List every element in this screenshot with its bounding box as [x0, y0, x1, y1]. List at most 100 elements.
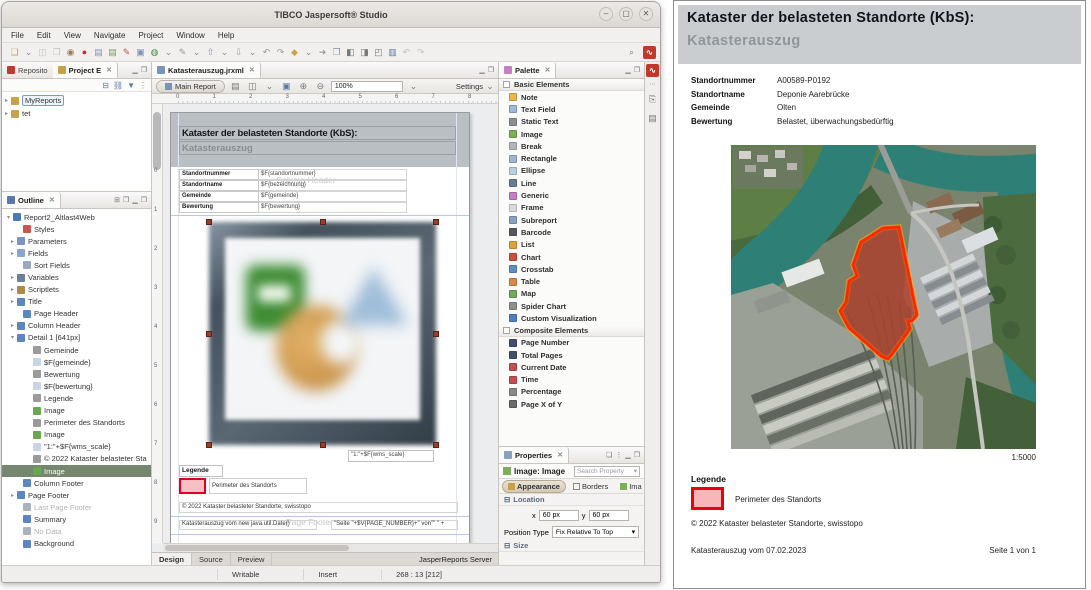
settings-button[interactable]: Settings ⌄	[456, 79, 494, 94]
collapse-all-icon[interactable]: ⊟	[102, 81, 109, 90]
y-input[interactable]: 60 px	[589, 510, 629, 521]
tab-repository-explorer[interactable]: Reposito	[2, 62, 53, 78]
outline-tree-item[interactable]: Page Header	[2, 308, 151, 320]
toolbar-icon[interactable]: ◫	[36, 45, 49, 60]
design-image-element[interactable]	[209, 222, 436, 445]
collapse-icon[interactable]: ⊟	[504, 495, 510, 504]
toolbar-icon[interactable]: ❐	[330, 45, 343, 60]
palette-item[interactable]: Chart	[499, 251, 644, 263]
report-page[interactable]: Kataster der belasteten Standorte (KbS):…	[170, 112, 470, 545]
menu-item[interactable]: View	[64, 31, 81, 40]
jasperreports-perspective-icon[interactable]: ∿	[643, 46, 656, 59]
project-tree-item[interactable]: ▸ MyReports	[2, 94, 151, 107]
editor-mode-tab[interactable]: Source	[192, 553, 231, 565]
toolbar-icon[interactable]: ↶	[400, 45, 413, 60]
horizontal-scrollbar[interactable]	[163, 543, 498, 552]
toolbar-icon[interactable]: ◉	[64, 45, 77, 60]
project-tree-item[interactable]: ▸ tet	[2, 107, 151, 120]
scrollbar-thumb[interactable]	[165, 545, 349, 551]
minimize-panel-icon[interactable]: ▁	[132, 66, 137, 74]
toolbar-icon[interactable]: ⇧	[204, 45, 217, 60]
menu-item[interactable]: Window	[176, 31, 204, 40]
resize-handle[interactable]	[433, 219, 439, 225]
filter-icon[interactable]: ▼	[127, 81, 135, 90]
toolbar-icon[interactable]: ↷	[274, 45, 287, 60]
outline-tree-item[interactable]: Image	[2, 405, 151, 417]
design-field-row[interactable]: Bewertung $F{bewertung}	[179, 202, 407, 213]
outline-view-icon[interactable]: ▤	[646, 111, 659, 126]
maximize-panel-icon[interactable]: ❐	[488, 66, 494, 74]
palette-item[interactable]: Percentage	[499, 386, 644, 398]
minimize-panel-icon[interactable]: ▁	[479, 66, 484, 74]
design-legend-item[interactable]: Perimeter des Standorts	[209, 478, 307, 494]
view-menu-icon[interactable]: ⋮	[139, 81, 147, 90]
toolbar-icon[interactable]: ↷	[414, 45, 427, 60]
design-legend-swatch[interactable]	[179, 478, 206, 494]
outline-tree-item[interactable]: Image	[2, 465, 151, 477]
zoom-level-combo[interactable]: 100%	[331, 81, 403, 92]
tab-palette[interactable]: Palette ✕	[499, 62, 556, 78]
outline-tree-item[interactable]: $F{gemeinde}	[2, 356, 151, 368]
toolbar-icon[interactable]: ▤	[106, 45, 119, 60]
menu-item[interactable]: Edit	[37, 31, 51, 40]
design-title-text[interactable]: Kataster der belasteten Standorte (KbS):	[179, 126, 456, 140]
outline-tree-item[interactable]: ▸ Scriptlets	[2, 284, 151, 296]
toolbar-icon[interactable]: ◧	[344, 45, 357, 60]
tab-project-explorer[interactable]: Project E ✕	[53, 62, 118, 78]
toolbar-icon[interactable]: ⌄	[302, 45, 315, 60]
search-icon[interactable]: ⌕	[625, 45, 638, 60]
palette-section-basic[interactable]: Basic Elements	[499, 79, 644, 91]
palette-item[interactable]: Rectangle	[499, 152, 644, 164]
minimize-panel-icon[interactable]: ▁	[625, 451, 630, 459]
menu-item[interactable]: Navigate	[94, 31, 126, 40]
toolbar-icon[interactable]: ⇩	[232, 45, 245, 60]
maximize-panel-icon[interactable]: ❐	[141, 66, 147, 74]
search-property-input[interactable]: Search Property▾	[574, 466, 640, 477]
maximize-button[interactable]: ▢	[619, 7, 633, 21]
palette-item[interactable]: Line	[499, 177, 644, 189]
tab-appearance[interactable]: Appearance	[502, 480, 566, 493]
palette-item[interactable]: Text Field	[499, 103, 644, 115]
outline-tree-item[interactable]: Background	[2, 538, 151, 550]
outline-tree-item[interactable]: $F{bewertung}	[2, 380, 151, 392]
design-copyright[interactable]: © 2022 Kataster belasteter Standorte, sw…	[179, 502, 458, 513]
outline-tree-item[interactable]: Column Footer	[2, 477, 151, 489]
palette-item[interactable]: Current Date	[499, 361, 644, 373]
outline-tree-item[interactable]: ▸ Fields	[2, 247, 151, 259]
close-tab-icon[interactable]: ✕	[249, 66, 255, 74]
outline-thumbnail-icon[interactable]: ❒	[123, 196, 129, 204]
editor-mode-tab[interactable]: Design	[152, 553, 192, 565]
pin-icon[interactable]: ❏	[606, 451, 612, 459]
menu-item[interactable]: Project	[138, 31, 163, 40]
toolbar-icon[interactable]: ◨	[358, 45, 371, 60]
outline-tree-item[interactable]: ▸ Column Header	[2, 320, 151, 332]
toolbar-icon[interactable]: ➜	[316, 45, 329, 60]
palette-item[interactable]: Custom Visualization	[499, 312, 644, 324]
location-section-header[interactable]: ⊟ Location	[499, 494, 644, 506]
resize-handle[interactable]	[206, 219, 212, 225]
toolbar-icon[interactable]: ✎	[176, 45, 189, 60]
palette-item[interactable]: Subreport	[499, 214, 644, 226]
outline-tree-item[interactable]: ▾ Detail 1 [641px]	[2, 332, 151, 344]
outline-tree-item[interactable]: Image	[2, 429, 151, 441]
design-canvas[interactable]: 012345678910 Kataster der belasteten Sta…	[152, 104, 498, 552]
outline-tree-item[interactable]: Bewertung	[2, 368, 151, 380]
design-field-row[interactable]: Standortname $F{bezeichnung}	[179, 180, 407, 191]
toolbar-icon[interactable]: ⌄	[22, 45, 35, 60]
toolbar-icon[interactable]: ◆	[288, 45, 301, 60]
maximize-panel-icon[interactable]: ❐	[634, 451, 640, 459]
outline-tree-item[interactable]: Gemeinde	[2, 344, 151, 356]
position-type-select[interactable]: Fix Relative To Top ▾	[552, 526, 639, 538]
resize-handle[interactable]	[320, 219, 326, 225]
toolbar-icon[interactable]: ◍	[148, 45, 161, 60]
palette-item[interactable]: List	[499, 239, 644, 251]
editor-mode-tab[interactable]: Preview	[231, 553, 273, 565]
zoom-dropdown-icon[interactable]: ⌄	[407, 79, 420, 94]
toolbar-icon[interactable]: ❐	[50, 45, 63, 60]
minimize-button[interactable]: –	[599, 7, 613, 21]
palette-item[interactable]: Ellipse	[499, 165, 644, 177]
toolbar-icon[interactable]: ↶	[260, 45, 273, 60]
toolbar-icon[interactable]: ▥	[386, 45, 399, 60]
close-tab-icon[interactable]: ✕	[49, 196, 55, 204]
close-tab-icon[interactable]: ✕	[545, 66, 551, 74]
